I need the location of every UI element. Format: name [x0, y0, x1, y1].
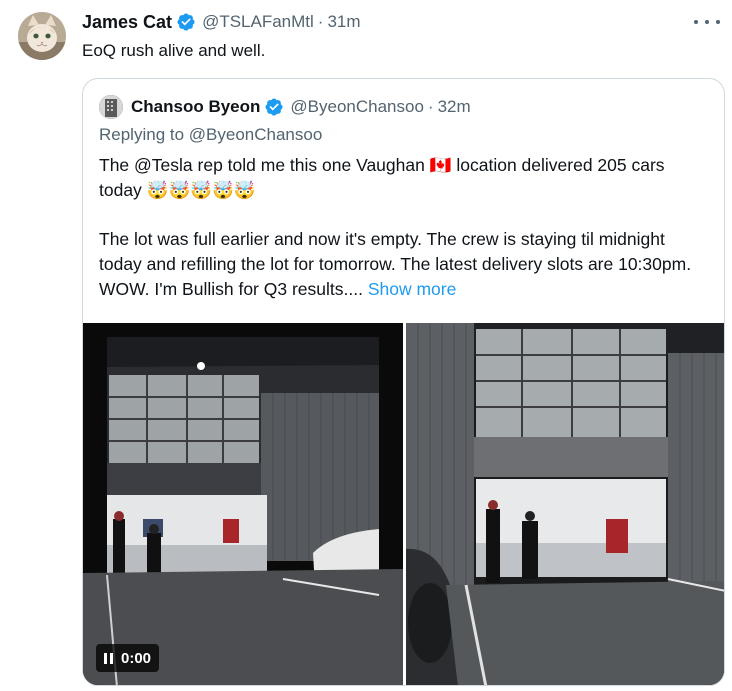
verified-badge-icon[interactable]: [264, 97, 284, 117]
quoted-tweet-text: The @Tesla rep told me this one Vaughan …: [99, 153, 699, 302]
exploding-head-emoji: 🤯: [212, 180, 234, 200]
tweet[interactable]: James Cat @TSLAFanMtl · 31m EoQ rush ali…: [0, 0, 732, 691]
author-avatar[interactable]: [18, 12, 66, 60]
quoted-author-name[interactable]: Chansoo Byeon: [131, 97, 260, 117]
video-thumbnail[interactable]: 0:00: [83, 323, 403, 685]
exploding-head-emoji: 🤯: [233, 180, 256, 200]
building-avatar-image: [99, 95, 123, 119]
replying-to: Replying to @ByeonChansoo: [99, 125, 322, 145]
text-segment: The: [99, 155, 135, 175]
verified-badge-icon[interactable]: [176, 12, 196, 32]
mention-tesla[interactable]: @Tesla: [134, 155, 193, 175]
exploding-head-emoji: 🤯: [190, 180, 213, 200]
quoted-author-avatar[interactable]: [99, 95, 123, 119]
pause-icon[interactable]: [104, 652, 113, 664]
video-time: 0:00: [121, 649, 152, 667]
media-grid: 0:00: [83, 323, 724, 685]
quoted-tweet-header: Chansoo Byeon @ByeonChansoo · 32m: [99, 95, 471, 119]
photo-thumbnail[interactable]: [406, 323, 724, 685]
tweet-text: EoQ rush alive and well.: [82, 41, 266, 60]
exploding-head-emoji: 🤯: [168, 180, 191, 200]
separator-dot: ·: [427, 97, 434, 116]
more-options-icon[interactable]: [694, 12, 720, 32]
warehouse-night-photo: [83, 323, 403, 685]
video-playback-badge[interactable]: 0:00: [96, 644, 160, 672]
show-more-link[interactable]: Show more: [368, 279, 457, 299]
author-name[interactable]: James Cat: [82, 12, 172, 33]
cat-avatar-image: [18, 12, 66, 60]
separator-dot: ·: [317, 12, 324, 31]
exploding-head-emoji: 🤯: [146, 180, 169, 200]
quoted-tweet-time[interactable]: 32m: [438, 97, 471, 117]
quoted-author-handle[interactable]: @ByeonChansoo: [290, 97, 424, 117]
replying-to-handle[interactable]: @ByeonChansoo: [189, 125, 323, 144]
tweet-time[interactable]: 31m: [327, 12, 360, 32]
author-handle[interactable]: @TSLAFanMtl: [202, 12, 314, 32]
warehouse-bay-photo: [406, 323, 724, 685]
quoted-tweet[interactable]: Chansoo Byeon @ByeonChansoo · 32m Replyi…: [82, 78, 725, 686]
canada-flag-icon: 🇨🇦: [429, 155, 452, 175]
tweet-header: James Cat @TSLAFanMtl · 31m: [82, 10, 361, 34]
quoted-text-paragraph-1: The @Tesla rep told me this one Vaughan …: [99, 153, 699, 203]
text-segment: rep told me this one Vaughan: [192, 155, 430, 175]
replying-to-prefix: Replying to: [99, 125, 189, 144]
quoted-text-paragraph-2: The lot was full earlier and now it's em…: [99, 227, 699, 302]
